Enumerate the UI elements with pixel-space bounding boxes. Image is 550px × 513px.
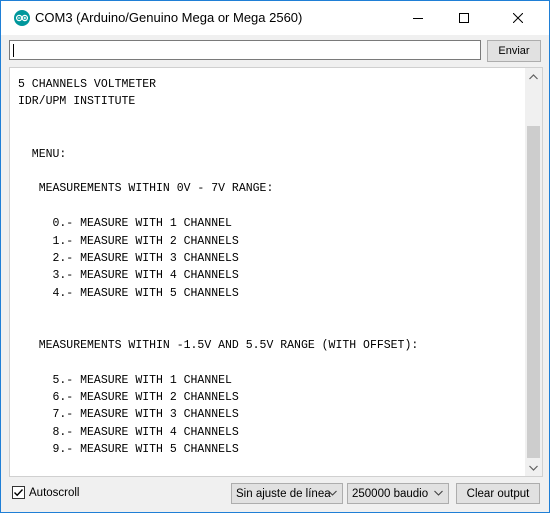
chevron-down-icon bbox=[434, 490, 443, 496]
chevron-up-icon bbox=[529, 73, 538, 79]
send-button[interactable]: Enviar bbox=[487, 40, 541, 62]
send-row: Enviar bbox=[1, 35, 549, 67]
output-line: 4.- MEASURE WITH 5 CHANNELS bbox=[18, 286, 239, 300]
line-ending-select[interactable]: Sin ajuste de línea bbox=[231, 483, 343, 504]
baud-rate-value: 250000 baudio bbox=[352, 487, 429, 500]
send-input[interactable] bbox=[9, 40, 481, 60]
output-line: 5 CHANNELS VOLTMETER bbox=[18, 78, 157, 91]
output-line: 9.- MEASURE WITH 5 CHANNELS bbox=[18, 443, 239, 457]
output-line: IDR/UPM INSTITUTE bbox=[18, 95, 136, 109]
output-text: 5 CHANNELS VOLTMETER IDR/UPM INSTITUTE ME… bbox=[18, 76, 418, 459]
line-ending-value: Sin ajuste de línea bbox=[236, 487, 331, 500]
vertical-scrollbar[interactable] bbox=[525, 68, 542, 476]
output-line: 0.- MEASURE WITH 1 CHANNEL bbox=[18, 217, 232, 231]
autoscroll-toggle[interactable]: Autoscroll bbox=[12, 486, 80, 499]
serial-monitor-window: COM3 (Arduino/Genuino Mega or Mega 2560)… bbox=[0, 0, 550, 513]
bottom-bar: Autoscroll Sin ajuste de línea 250000 ba… bbox=[1, 477, 549, 512]
chevron-down-icon bbox=[529, 465, 538, 471]
output-line: 8.- MEASURE WITH 4 CHANNELS bbox=[18, 425, 239, 439]
maximize-icon bbox=[459, 13, 469, 23]
scroll-down-button[interactable] bbox=[525, 459, 542, 476]
arduino-icon bbox=[14, 10, 30, 26]
output-line: 3.- MEASURE WITH 4 CHANNELS bbox=[18, 269, 239, 283]
output-line: 7.- MEASURE WITH 3 CHANNELS bbox=[18, 408, 239, 422]
clear-output-button[interactable]: Clear output bbox=[456, 483, 540, 504]
output-line: 6.- MEASURE WITH 2 CHANNELS bbox=[18, 391, 239, 405]
title-bar[interactable]: COM3 (Arduino/Genuino Mega or Mega 2560) bbox=[1, 1, 549, 35]
check-icon bbox=[14, 489, 24, 497]
text-caret bbox=[13, 44, 14, 57]
window-title: COM3 (Arduino/Genuino Mega or Mega 2560) bbox=[35, 10, 303, 25]
serial-output[interactable]: 5 CHANNELS VOLTMETER IDR/UPM INSTITUTE ME… bbox=[9, 67, 543, 477]
autoscroll-label: Autoscroll bbox=[29, 486, 80, 499]
output-line: MEASUREMENTS WITHIN 0V - 7V RANGE: bbox=[18, 182, 274, 196]
maximize-button[interactable] bbox=[441, 1, 487, 35]
baud-rate-select[interactable]: 250000 baudio bbox=[347, 483, 449, 504]
autoscroll-checkbox[interactable] bbox=[12, 486, 25, 499]
close-icon bbox=[513, 13, 523, 23]
scroll-up-button[interactable] bbox=[525, 68, 542, 85]
output-line: 1.- MEASURE WITH 2 CHANNELS bbox=[18, 234, 239, 248]
output-line: 5.- MEASURE WITH 1 CHANNEL bbox=[18, 373, 232, 387]
output-line: MENU: bbox=[18, 147, 67, 161]
output-line: MEASUREMENTS WITHIN -1.5V AND 5.5V RANGE… bbox=[18, 338, 419, 352]
chevron-down-icon bbox=[328, 490, 337, 496]
output-line: 2.- MEASURE WITH 3 CHANNELS bbox=[18, 251, 239, 265]
minimize-button[interactable] bbox=[395, 1, 441, 35]
minimize-icon bbox=[413, 18, 423, 19]
close-button[interactable] bbox=[495, 1, 541, 35]
scroll-thumb[interactable] bbox=[527, 126, 540, 458]
